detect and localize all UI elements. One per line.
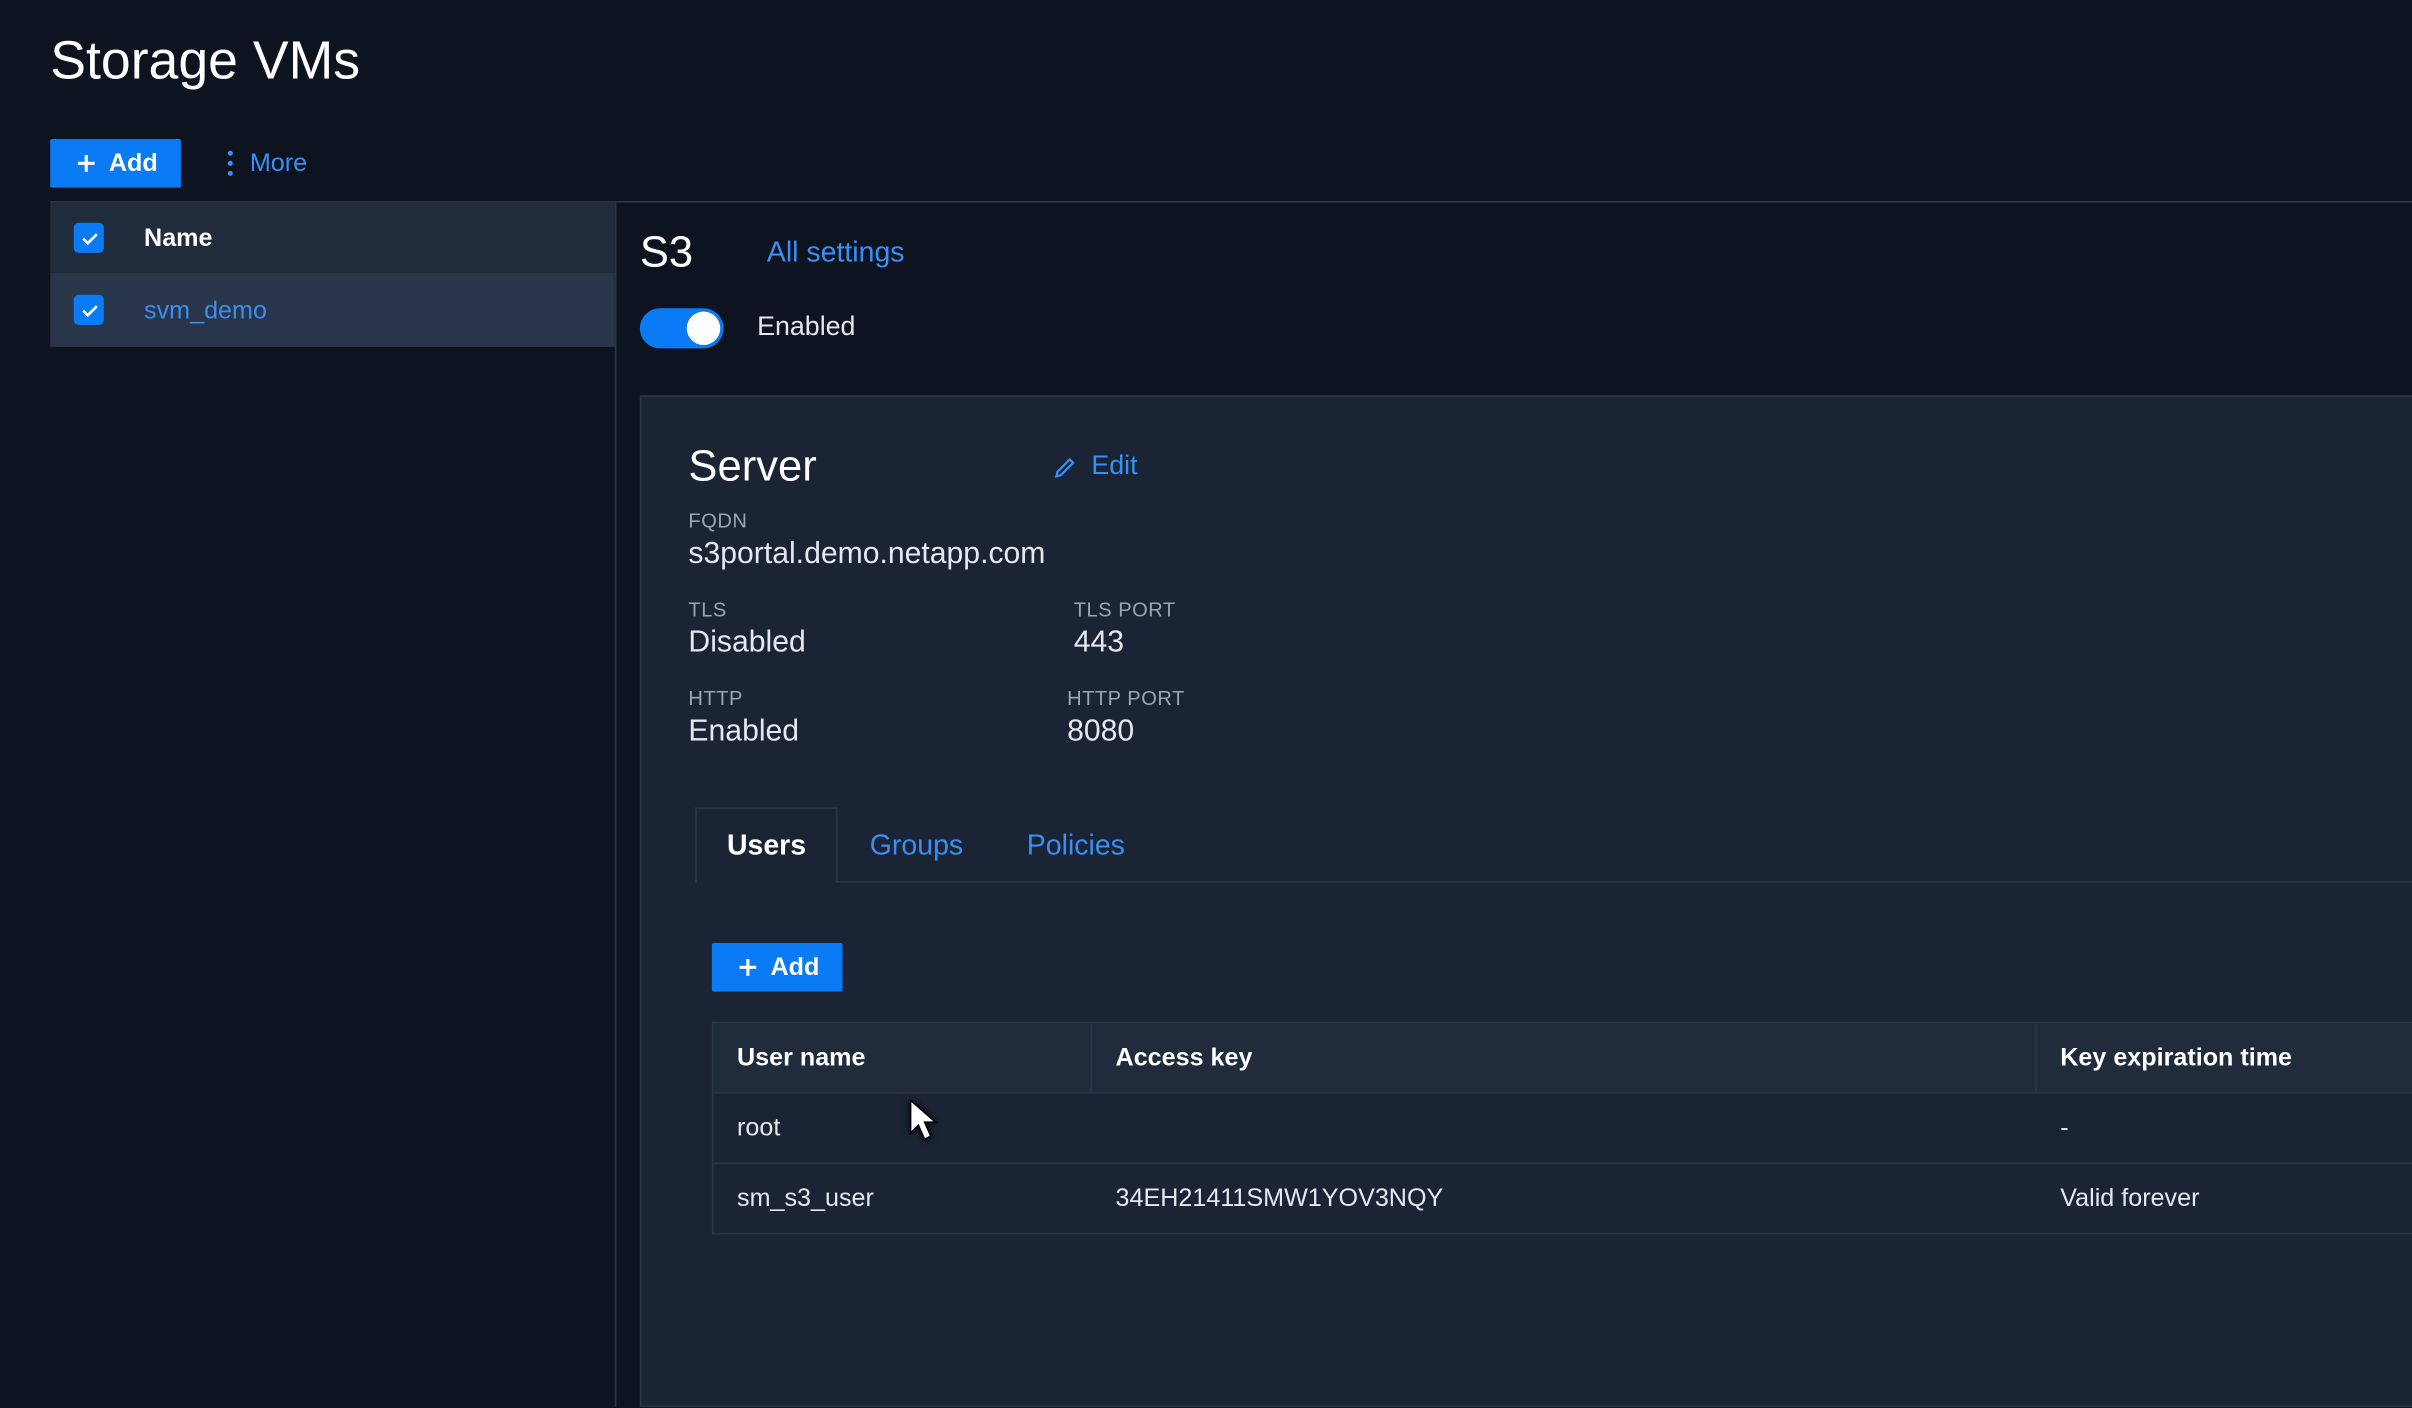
cell-user-name: sm_s3_user	[714, 1164, 1093, 1233]
cell-key-expiration: Valid forever	[2037, 1164, 2412, 1233]
edit-label: Edit	[1091, 451, 1137, 481]
cell-user-name: root	[714, 1094, 1093, 1163]
table-row[interactable]: sm_s3_user 34EH21411SMW1YOV3NQY Valid fo…	[714, 1162, 2412, 1232]
svm-list-sidebar: Name svm_demo	[50, 203, 616, 1407]
cell-access-key	[1092, 1094, 2037, 1163]
more-menu-button[interactable]: More	[228, 149, 307, 177]
users-table-header: User name Access key Key expiration time	[714, 1023, 2412, 1092]
svm-list-header-row: Name	[50, 203, 614, 275]
edit-server-button[interactable]: Edit	[1051, 451, 1137, 481]
col-access-key[interactable]: Access key	[1092, 1023, 2037, 1092]
http-port-label: HTTP PORT	[1067, 687, 1185, 710]
users-table: User name Access key Key expiration time…	[712, 1022, 2412, 1235]
more-vert-icon	[228, 151, 233, 176]
fqdn-label: FQDN	[688, 509, 2412, 532]
table-row[interactable]: root -	[714, 1092, 2412, 1162]
detail-tabs: Users Groups Policies	[695, 806, 2412, 883]
svm-list-row[interactable]: svm_demo	[50, 275, 614, 347]
plus-icon	[74, 151, 99, 176]
svm-name-column-header[interactable]: Name	[144, 224, 212, 252]
add-svm-label: Add	[109, 149, 158, 177]
add-svm-button[interactable]: Add	[50, 139, 181, 188]
col-user-name[interactable]: User name	[714, 1023, 1093, 1092]
detail-section-title: S3	[640, 226, 693, 278]
select-all-checkbox[interactable]	[74, 223, 104, 253]
cell-key-expiration: -	[2037, 1094, 2412, 1163]
tls-value: Disabled	[688, 625, 805, 660]
plus-icon	[735, 955, 760, 980]
pencil-icon	[1051, 453, 1078, 480]
col-key-expiration[interactable]: Key expiration time	[2037, 1023, 2412, 1092]
more-label: More	[250, 149, 307, 177]
svm-row-checkbox[interactable]	[74, 295, 104, 325]
http-label: HTTP	[688, 687, 799, 710]
check-icon	[78, 227, 100, 249]
s3-enabled-label: Enabled	[757, 313, 855, 343]
check-icon	[78, 299, 100, 321]
http-port-value: 8080	[1067, 714, 1185, 749]
fqdn-value: s3portal.demo.netapp.com	[688, 536, 2412, 571]
http-value: Enabled	[688, 714, 799, 749]
all-settings-link[interactable]: All settings	[767, 235, 905, 269]
svm-name-link[interactable]: svm_demo	[144, 296, 267, 324]
tab-groups[interactable]: Groups	[838, 807, 995, 882]
cell-access-key: 34EH21411SMW1YOV3NQY	[1092, 1164, 2037, 1233]
s3-enabled-toggle[interactable]	[640, 308, 724, 348]
add-user-button[interactable]: Add	[712, 943, 843, 992]
add-user-label: Add	[771, 953, 820, 981]
tls-port-label: TLS PORT	[1074, 598, 1176, 621]
tab-policies[interactable]: Policies	[995, 807, 1157, 882]
server-heading: Server	[688, 441, 816, 493]
tls-port-value: 443	[1074, 625, 1176, 660]
tab-users[interactable]: Users	[695, 807, 838, 882]
page-title: Storage VMs	[0, 0, 2412, 92]
tls-label: TLS	[688, 598, 805, 621]
